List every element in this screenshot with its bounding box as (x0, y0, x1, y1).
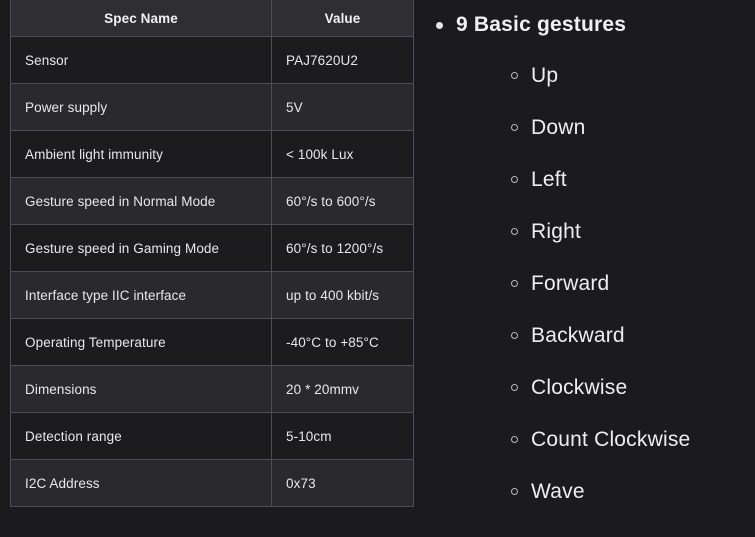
spec-value-cell: 60°/s to 600°/s (271, 177, 414, 225)
table-row: Dimensions 20 * 20mmv (10, 365, 414, 413)
spec-name-cell: I2C Address (10, 459, 272, 507)
spec-value-cell: up to 400 kbit/s (271, 271, 414, 319)
column-header-spec-name: Spec Name (10, 0, 272, 37)
hollow-bullet-icon (511, 384, 518, 391)
spec-table: Spec Name Value Sensor PAJ7620U2 Power s… (10, 0, 414, 507)
gesture-label: Up (531, 64, 559, 87)
page-root: Spec Name Value Sensor PAJ7620U2 Power s… (0, 0, 755, 537)
column-header-value: Value (271, 0, 414, 37)
spec-name-cell: Interface type IIC interface (10, 271, 272, 319)
hollow-bullet-icon (511, 436, 518, 443)
list-item: Forward (456, 271, 755, 296)
spec-table-body: Sensor PAJ7620U2 Power supply 5V Ambient… (10, 36, 414, 507)
list-item: Backward (456, 323, 755, 348)
list-item: Count Clockwise (456, 427, 755, 452)
list-item: Up (456, 63, 755, 88)
spec-value-cell: 5-10cm (271, 412, 414, 460)
spec-table-header: Spec Name Value (10, 0, 414, 37)
hollow-bullet-icon (511, 228, 518, 235)
hollow-bullet-icon (511, 176, 518, 183)
table-row: Power supply 5V (10, 83, 414, 131)
gesture-inner-list: Up Down Left Right Forward Backward Cloc… (456, 63, 755, 504)
spec-name-cell: Ambient light immunity (10, 130, 272, 178)
spec-value-cell: < 100k Lux (271, 130, 414, 178)
spec-value-cell: -40°C to +85°C (271, 318, 414, 366)
table-row: I2C Address 0x73 (10, 459, 414, 507)
hollow-bullet-icon (511, 124, 518, 131)
spec-value-cell: 20 * 20mmv (271, 365, 414, 413)
hollow-bullet-icon (511, 488, 518, 495)
spec-table-container: Spec Name Value Sensor PAJ7620U2 Power s… (10, 0, 414, 507)
gesture-outer-list: 9 Basic gestures Up Down Left Right Forw… (430, 12, 755, 504)
table-row: Interface type IIC interface up to 400 k… (10, 271, 414, 319)
table-row: Gesture speed in Normal Mode 60°/s to 60… (10, 177, 414, 225)
gesture-label: Forward (531, 272, 610, 295)
spec-value-cell: 0x73 (271, 459, 414, 507)
spec-name-cell: Dimensions (10, 365, 272, 413)
list-item: Left (456, 167, 755, 192)
list-item: Clockwise (456, 375, 755, 400)
spec-name-cell: Gesture speed in Normal Mode (10, 177, 272, 225)
list-item: Wave (456, 479, 755, 504)
spec-name-cell: Sensor (10, 36, 272, 84)
gesture-label: Count Clockwise (531, 428, 691, 451)
gesture-label: Wave (531, 480, 585, 503)
gesture-label: Backward (531, 324, 625, 347)
gesture-label: Clockwise (531, 376, 628, 399)
spec-value-cell: 5V (271, 83, 414, 131)
list-item-heading: 9 Basic gestures Up Down Left Right Forw… (430, 12, 755, 504)
gesture-list-heading: 9 Basic gestures (456, 13, 627, 36)
hollow-bullet-icon (511, 72, 518, 79)
gesture-list-panel: 9 Basic gestures Up Down Left Right Forw… (430, 0, 755, 537)
table-row: Gesture speed in Gaming Mode 60°/s to 12… (10, 224, 414, 272)
gesture-label: Down (531, 116, 586, 139)
table-row: Detection range 5-10cm (10, 412, 414, 460)
filled-bullet-icon (436, 22, 443, 29)
spec-name-cell: Power supply (10, 83, 272, 131)
gesture-label: Left (531, 168, 567, 191)
spec-value-cell: 60°/s to 1200°/s (271, 224, 414, 272)
list-item: Down (456, 115, 755, 140)
spec-name-cell: Operating Temperature (10, 318, 272, 366)
table-row: Sensor PAJ7620U2 (10, 36, 414, 84)
spec-value-cell: PAJ7620U2 (271, 36, 414, 84)
table-header-row: Spec Name Value (10, 0, 414, 37)
table-row: Operating Temperature -40°C to +85°C (10, 318, 414, 366)
spec-name-cell: Detection range (10, 412, 272, 460)
spec-name-cell: Gesture speed in Gaming Mode (10, 224, 272, 272)
list-item: Right (456, 219, 755, 244)
hollow-bullet-icon (511, 280, 518, 287)
table-row: Ambient light immunity < 100k Lux (10, 130, 414, 178)
hollow-bullet-icon (511, 332, 518, 339)
gesture-label: Right (531, 220, 582, 243)
